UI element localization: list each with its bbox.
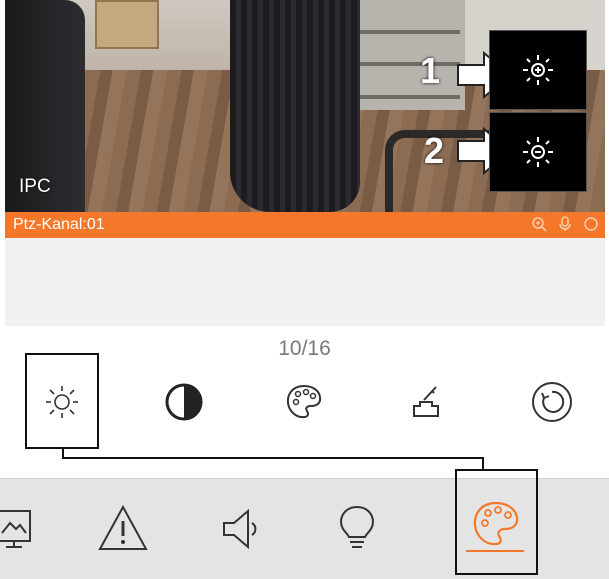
contrast-button[interactable] [160, 378, 208, 426]
connector-line [62, 457, 484, 459]
brightness-up-button[interactable] [489, 30, 587, 110]
callout-number-2: 2 [424, 130, 445, 171]
nav-image[interactable] [0, 497, 46, 561]
channel-status-bar: Ptz-Kanal:01 [5, 212, 605, 238]
image-icon [0, 510, 31, 548]
microphone-icon[interactable] [557, 216, 573, 232]
channel-label: Ptz-Kanal:01 [13, 216, 105, 233]
reset-button[interactable] [528, 378, 576, 426]
reset-icon [532, 382, 572, 422]
dark-coat-center [230, 0, 360, 212]
sharpness-icon [413, 386, 439, 417]
cardboard-boxes [95, 0, 159, 49]
brightness-button[interactable] [38, 378, 86, 426]
nav-selection-highlight [455, 469, 538, 575]
contrast-icon [165, 383, 203, 421]
brightness-down-icon [523, 137, 553, 167]
info-panel [5, 238, 605, 326]
callout-number-1: 1 [420, 50, 441, 91]
zoom-icon[interactable] [531, 216, 547, 232]
light-bulb-icon [339, 505, 375, 548]
active-tab-indicator [466, 550, 524, 552]
palette-icon [286, 384, 322, 419]
nav-audio[interactable] [208, 497, 272, 561]
warning-icon [98, 504, 148, 550]
nav-light[interactable] [325, 497, 389, 561]
speaker-icon [223, 508, 257, 550]
brightness-up-icon [523, 55, 553, 85]
brightness-down-button[interactable] [489, 112, 587, 192]
color-button[interactable] [280, 378, 328, 426]
nav-alarm[interactable] [91, 497, 155, 561]
record-icon[interactable] [583, 216, 599, 232]
sharpness-button[interactable] [402, 378, 450, 426]
camera-overlay-label: IPC [19, 176, 51, 197]
brightness-icon [46, 386, 78, 418]
